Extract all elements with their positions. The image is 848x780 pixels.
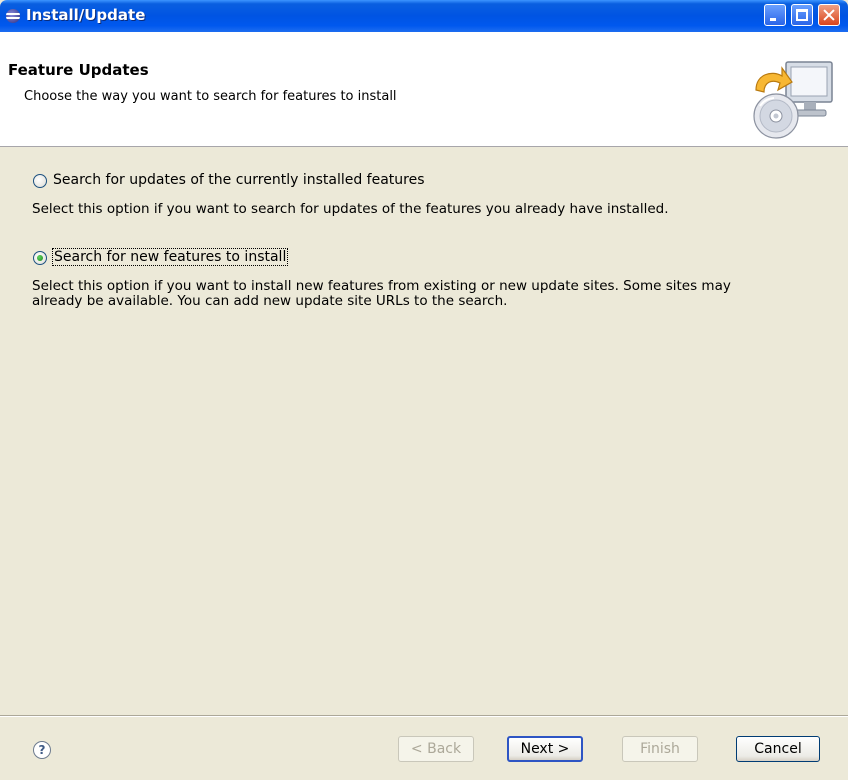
option-search-updates-description: Select this option if you want to search… [32,201,669,217]
radio-search-new-features-label[interactable]: Search for new features to install [51,248,289,266]
description-line: Select this option if you want to instal… [32,278,731,294]
radio-search-new-features[interactable] [33,251,47,265]
help-icon[interactable]: ? [33,741,51,759]
finish-button[interactable]: Finish [622,736,698,762]
next-button[interactable]: Next > [507,736,583,762]
install-cd-monitor-icon [753,61,833,139]
title-bar[interactable]: Install/Update [0,0,848,32]
option-search-new-features-description: Select this option if you want to instal… [32,279,812,309]
wizard-header: Feature Updates Choose the way you want … [0,32,848,147]
page-description: Choose the way you want to search for fe… [24,89,397,104]
close-button[interactable] [818,4,840,26]
maximize-button[interactable] [791,4,813,26]
install-update-dialog: Install/Update Feature Updates Choose th… [0,0,848,780]
back-button[interactable]: < Back [398,736,474,762]
cancel-button[interactable]: Cancel [736,736,820,762]
minimize-button[interactable] [764,4,786,26]
radio-search-updates[interactable] [33,174,47,188]
page-title: Feature Updates [8,61,149,79]
radio-search-updates-label[interactable]: Search for updates of the currently inst… [53,172,425,188]
description-line: already be available. You can add new up… [32,293,508,309]
button-bar-separator [0,715,848,717]
window-title: Install/Update [26,6,146,24]
eclipse-icon [6,9,20,23]
